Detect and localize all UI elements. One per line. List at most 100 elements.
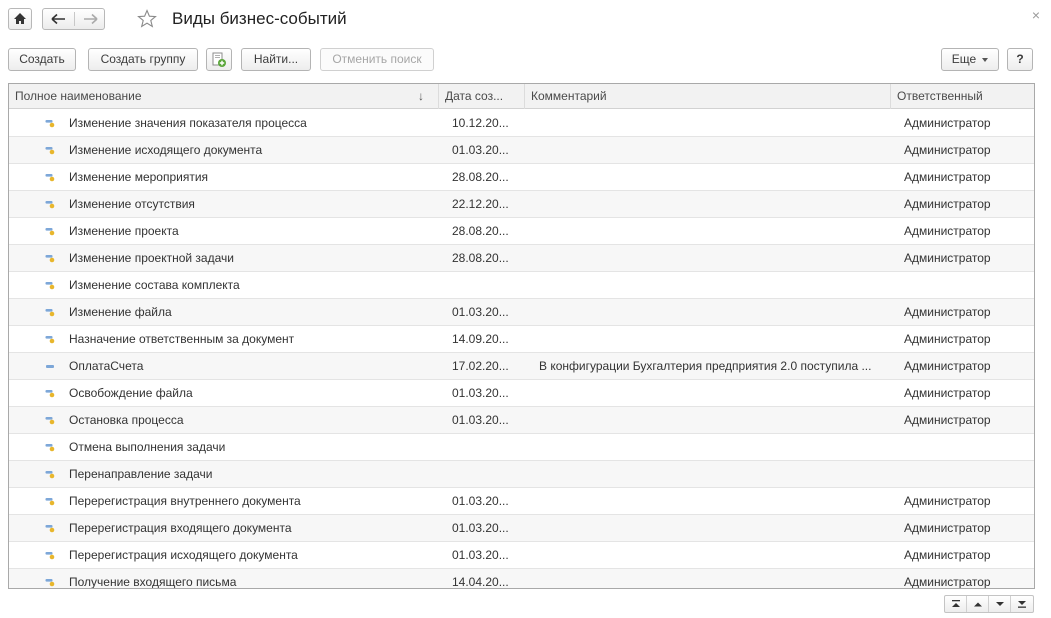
row-responsible-cell: Администратор xyxy=(904,548,991,562)
row-responsible-cell: Администратор xyxy=(904,575,991,589)
key-icon xyxy=(45,417,55,425)
more-menu-button[interactable]: Еще xyxy=(941,48,999,71)
row-responsible-cell: Администратор xyxy=(904,170,991,184)
row-comment-cell xyxy=(539,434,889,460)
row-date-cell: 17.02.20... xyxy=(452,359,509,373)
row-name-cell: Изменение исходящего документа xyxy=(69,143,263,157)
table-row[interactable]: Изменение проектной задачи 28.08.20... Адм… xyxy=(9,245,1034,272)
home-button[interactable] xyxy=(8,8,32,30)
row-date-cell: 01.03.20... xyxy=(452,521,509,535)
table-row[interactable]: Изменение отсутствия 22.12.20... Администр… xyxy=(9,191,1034,218)
table-row[interactable]: Перерегистрация входящего документа 01.03… xyxy=(9,515,1034,542)
table-row[interactable]: ОплатаСчета 17.02.20... В конфигурации Бух… xyxy=(9,353,1034,380)
row-date-cell: 14.04.20... xyxy=(452,575,509,589)
pager-first-icon xyxy=(952,600,960,607)
command-bar: Создать Создать группу Найти... Отменить… xyxy=(8,48,1035,72)
back-button[interactable] xyxy=(43,9,74,29)
column-header-name[interactable]: Полное наименование ↓ xyxy=(9,84,439,109)
forward-button[interactable] xyxy=(75,9,106,29)
row-responsible-cell: Администратор xyxy=(904,116,991,130)
row-comment-cell xyxy=(539,137,889,163)
navigation-buttons xyxy=(42,8,105,30)
table-row[interactable]: Перенаправление задачи xyxy=(9,461,1034,488)
row-name-cell: Перерегистрация входящего документа xyxy=(69,521,292,535)
key-icon xyxy=(45,390,55,398)
key-icon xyxy=(45,147,55,155)
star-icon xyxy=(137,9,157,28)
forward-arrow-icon xyxy=(84,13,98,25)
cancel-search-button[interactable]: Отменить поиск xyxy=(320,48,434,71)
row-responsible-cell: Администратор xyxy=(904,251,991,265)
pager-next-button[interactable] xyxy=(989,596,1011,612)
row-responsible-cell: Администратор xyxy=(904,359,991,373)
table-row[interactable]: Отмена выполнения задачи xyxy=(9,434,1034,461)
column-header-comment[interactable]: Комментарий xyxy=(525,84,891,109)
row-comment-cell xyxy=(539,380,889,406)
row-responsible-cell: Администратор xyxy=(904,197,991,211)
table-row[interactable]: Изменение проекта 28.08.20... Администрато… xyxy=(9,218,1034,245)
row-comment-cell xyxy=(539,461,889,487)
row-date-cell: 01.03.20... xyxy=(452,386,509,400)
key-icon xyxy=(45,552,55,560)
table-row[interactable]: Перерегистрация исходящего документа 01.0… xyxy=(9,542,1034,569)
column-header-name-label: Полное наименование xyxy=(15,89,142,103)
table-row[interactable]: Изменение файла 01.03.20... Администратор xyxy=(9,299,1034,326)
table-row[interactable]: Назначение ответственным за документ 14.0… xyxy=(9,326,1034,353)
key-icon xyxy=(45,336,55,344)
key-icon xyxy=(45,120,55,128)
row-responsible-cell: Администратор xyxy=(904,305,991,319)
create-group-button[interactable]: Создать группу xyxy=(88,48,198,71)
key-icon xyxy=(45,201,55,209)
close-icon[interactable]: × xyxy=(1029,8,1043,22)
row-date-cell: 22.12.20... xyxy=(452,197,509,211)
row-responsible-cell xyxy=(904,434,1029,460)
window-title-bar: Виды бизнес-событий × xyxy=(8,6,1043,32)
row-name-cell: Изменение проекта xyxy=(69,224,179,238)
row-comment-cell xyxy=(539,299,889,325)
row-name-cell: Перерегистрация исходящего документа xyxy=(69,548,298,562)
row-comment-cell xyxy=(539,326,889,352)
list-pager xyxy=(944,595,1034,613)
table-row[interactable]: Перерегистрация внутреннего документа 01.… xyxy=(9,488,1034,515)
create-button[interactable]: Создать xyxy=(8,48,76,71)
business-event-types-table[interactable]: Полное наименование ↓ Дата соз... Коммен… xyxy=(8,83,1035,589)
row-comment-cell xyxy=(539,407,889,433)
row-date-cell: 01.03.20... xyxy=(452,413,509,427)
pager-prev-icon xyxy=(974,602,982,607)
chevron-down-icon xyxy=(982,57,989,62)
column-header-responsible[interactable]: Ответственный xyxy=(891,84,1034,109)
pager-first-button[interactable] xyxy=(945,596,967,612)
key-icon xyxy=(45,228,55,236)
row-name-cell: Отмена выполнения задачи xyxy=(69,440,226,454)
favorite-star-button[interactable] xyxy=(136,8,158,30)
table-row[interactable]: Изменение состава комплекта xyxy=(9,272,1034,299)
row-responsible-cell: Администратор xyxy=(904,332,991,346)
add-from-template-button[interactable] xyxy=(206,48,232,71)
table-row[interactable]: Получение входящего письма 14.04.20... Адм… xyxy=(9,569,1034,589)
add-from-template-icon xyxy=(212,52,226,67)
row-name-cell: Перерегистрация внутреннего документа xyxy=(69,494,301,508)
column-header-date[interactable]: Дата соз... xyxy=(439,84,525,109)
row-comment-cell xyxy=(539,218,889,244)
row-date-cell: 28.08.20... xyxy=(452,224,509,238)
row-responsible-cell: Администратор xyxy=(904,494,991,508)
row-comment-cell xyxy=(539,488,889,514)
row-date-cell: 01.03.20... xyxy=(452,305,509,319)
help-button[interactable]: ? xyxy=(1007,48,1033,71)
pager-last-button[interactable] xyxy=(1011,596,1033,612)
row-name-cell: Получение входящего письма xyxy=(69,575,237,589)
dash-icon xyxy=(46,365,54,368)
pager-prev-button[interactable] xyxy=(967,596,989,612)
table-row[interactable]: Освобождение файла 01.03.20... Администрат… xyxy=(9,380,1034,407)
table-row[interactable]: Изменение мероприятия 28.08.20... Админист… xyxy=(9,164,1034,191)
table-row[interactable]: Изменение исходящего документа 01.03.20..… xyxy=(9,137,1034,164)
row-name-cell: Изменение состава комплекта xyxy=(69,278,240,292)
find-button[interactable]: Найти... xyxy=(241,48,311,71)
row-date-cell: 28.08.20... xyxy=(452,251,509,265)
table-row[interactable]: Изменение значения показателя процесса 10… xyxy=(9,110,1034,137)
row-comment-cell: В конфигурации Бухгалтерия предприятия 2… xyxy=(539,359,872,373)
key-icon xyxy=(45,309,55,317)
row-name-cell: Изменение проектной задачи xyxy=(69,251,234,265)
table-row[interactable]: Остановка процесса 01.03.20... Администрат… xyxy=(9,407,1034,434)
row-name-cell: Изменение файла xyxy=(69,305,172,319)
